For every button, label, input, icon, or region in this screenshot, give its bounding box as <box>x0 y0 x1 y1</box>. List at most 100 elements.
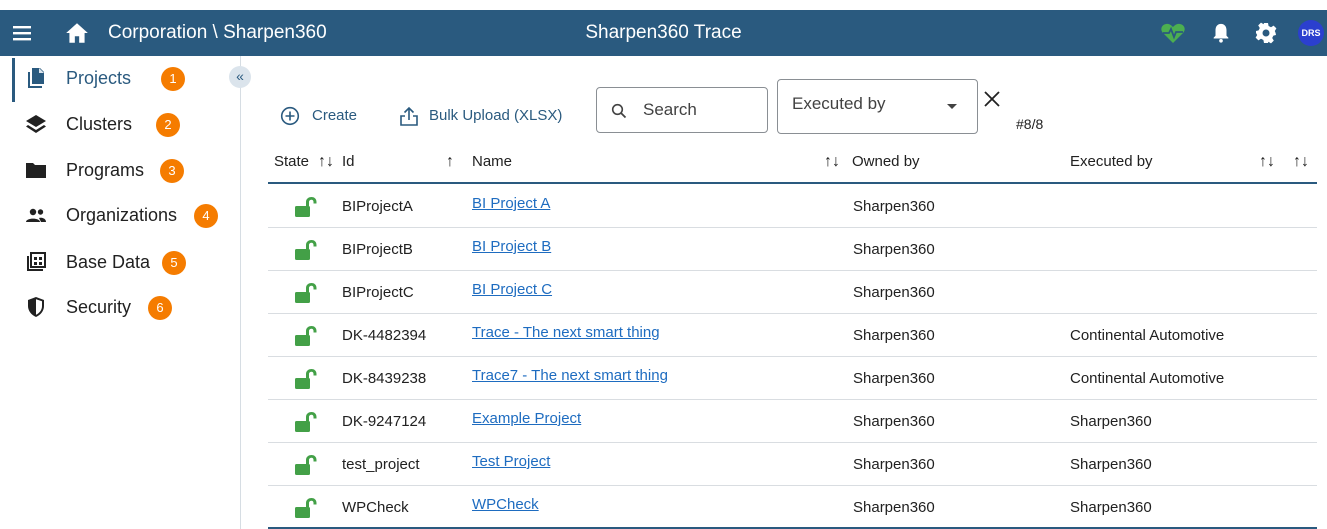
table-row[interactable]: BIProjectC BI Project C Sharpen360 <box>268 271 1317 314</box>
owned-by-cell: Sharpen360 <box>853 284 935 301</box>
project-name-link[interactable]: Trace - The next smart thing <box>472 324 660 341</box>
sidebar-item-label: Base Data <box>66 252 151 272</box>
unlocked-padlock-icon[interactable] <box>292 411 318 433</box>
sidebar-badge: 5 <box>162 251 186 275</box>
hamburger-menu-icon[interactable] <box>10 21 34 45</box>
notifications-bell-icon[interactable] <box>1210 21 1232 45</box>
table-row[interactable]: BIProjectA BI Project A Sharpen360 <box>268 185 1317 228</box>
executed-by-select[interactable]: Executed by <box>777 79 978 134</box>
sidebar-badge: 3 <box>160 159 184 183</box>
project-id-cell: BIProjectA <box>342 198 413 215</box>
upload-icon <box>400 106 418 126</box>
project-id-cell: DK-9247124 <box>342 413 427 430</box>
project-name-link[interactable]: WPCheck <box>472 496 539 513</box>
sidebar-item-clusters[interactable]: Clusters 2 <box>24 104 229 144</box>
sort-name-icon[interactable]: ↑↓ <box>824 140 840 184</box>
people-icon <box>26 208 46 222</box>
layers-icon <box>26 115 46 133</box>
executed-by-select-value: Executed by <box>792 94 886 113</box>
active-indicator <box>12 58 15 102</box>
top-app-bar: Corporation \ Sharpen360 Sharpen360 Trac… <box>0 10 1327 56</box>
projects-icon <box>28 68 44 88</box>
project-name-link[interactable]: Trace7 - The next smart thing <box>472 367 668 384</box>
project-name-link[interactable]: Example Project <box>472 410 581 427</box>
sort-executed-by-icon[interactable]: ↑↓ <box>1293 140 1309 184</box>
search-icon <box>611 103 627 119</box>
column-header-executed-by[interactable]: Executed by <box>1070 140 1153 184</box>
table-row[interactable]: test_project Test Project Sharpen360 Sharpe… <box>268 443 1317 486</box>
bulk-upload-button[interactable]: Bulk Upload (XLSX) <box>398 100 573 132</box>
project-name-link[interactable]: BI Project A <box>472 195 550 212</box>
executed-by-cell: Sharpen360 <box>1070 499 1152 516</box>
sidebar-item-base-data[interactable]: Base Data 5 <box>24 242 229 282</box>
sidebar-badge: 6 <box>148 296 172 320</box>
sidebar-item-label: Projects <box>66 68 132 88</box>
chevron-down-icon <box>947 104 957 109</box>
shield-icon <box>28 297 44 317</box>
collapse-sidebar-button[interactable]: « <box>229 66 251 88</box>
search-placeholder: Search <box>643 100 697 119</box>
sort-state-icon[interactable]: ↑↓ <box>318 140 334 184</box>
sidebar-item-label: Programs <box>66 160 145 180</box>
table-row[interactable]: WPCheck WPCheck Sharpen360 Sharpen360 <box>268 486 1317 529</box>
owned-by-cell: Sharpen360 <box>853 456 935 473</box>
project-id-cell: test_project <box>342 456 420 473</box>
unlocked-padlock-icon[interactable] <box>292 196 318 218</box>
project-name-link[interactable]: BI Project B <box>472 238 551 255</box>
home-icon[interactable] <box>64 20 90 46</box>
table-row[interactable]: DK-8439238 Trace7 - The next smart thing S… <box>268 357 1317 400</box>
base-data-icon <box>27 252 46 271</box>
clear-filter-close-icon[interactable] <box>981 88 1003 110</box>
breadcrumb[interactable]: Corporation \ Sharpen360 <box>108 10 327 56</box>
sidebar-item-programs[interactable]: Programs 3 <box>24 150 229 190</box>
project-id-cell: DK-4482394 <box>342 327 427 344</box>
user-avatar[interactable]: DRS <box>1298 20 1324 46</box>
sidebar-item-projects[interactable]: Projects 1 <box>24 58 229 98</box>
owned-by-cell: Sharpen360 <box>853 241 935 258</box>
project-id-cell: BIProjectB <box>342 241 413 258</box>
add-circle-icon <box>280 106 300 126</box>
unlocked-padlock-icon[interactable] <box>292 325 318 347</box>
sidebar-item-label: Clusters <box>66 114 133 134</box>
column-header-owned-by[interactable]: Owned by <box>852 140 920 184</box>
unlocked-padlock-icon[interactable] <box>292 239 318 261</box>
sidebar-badge: 1 <box>161 67 185 91</box>
unlocked-padlock-icon[interactable] <box>292 368 318 390</box>
executed-by-cell: Sharpen360 <box>1070 456 1152 473</box>
sort-owned-by-icon[interactable]: ↑↓ <box>1259 140 1275 184</box>
owned-by-cell: Sharpen360 <box>853 327 935 344</box>
executed-by-cell: Continental Automotive <box>1070 327 1225 344</box>
owned-by-cell: Sharpen360 <box>853 198 935 215</box>
sidebar-item-organizations[interactable]: Organizations 4 <box>24 195 229 235</box>
table-row[interactable]: DK-9247124 Example Project Sharpen360 Sharp… <box>268 400 1317 443</box>
column-header-id[interactable]: Id <box>342 140 355 184</box>
result-count: #8/8 <box>1016 116 1044 132</box>
health-heartbeat-icon[interactable] <box>1160 22 1186 44</box>
unlocked-padlock-icon[interactable] <box>292 282 318 304</box>
create-label: Create <box>312 107 358 124</box>
table-row[interactable]: BIProjectB BI Project B Sharpen360 <box>268 228 1317 271</box>
column-header-state[interactable]: State <box>274 140 309 184</box>
settings-gear-icon[interactable] <box>1254 21 1278 45</box>
executed-by-cell: Sharpen360 <box>1070 413 1152 430</box>
table-row[interactable]: DK-4482394 Trace - The next smart thing Sh… <box>268 314 1317 357</box>
sidebar-badge: 4 <box>194 204 218 228</box>
project-id-cell: WPCheck <box>342 499 409 516</box>
column-header-name[interactable]: Name <box>472 140 512 184</box>
table-header: State ↑↓ Id ↑ Name ↑↓ Owned by Executed … <box>268 140 1317 184</box>
unlocked-padlock-icon[interactable] <box>292 497 318 519</box>
sidebar-item-label: Security <box>66 297 132 317</box>
bulk-upload-label: Bulk Upload (XLSX) <box>429 107 563 124</box>
project-name-link[interactable]: Test Project <box>472 453 550 470</box>
sidebar: Projects 1 Clusters 2 Programs 3 Organiz… <box>0 56 241 529</box>
create-button[interactable]: Create <box>280 100 362 132</box>
owned-by-cell: Sharpen360 <box>853 413 935 430</box>
unlocked-padlock-icon[interactable] <box>292 454 318 476</box>
sidebar-badge: 2 <box>156 113 180 137</box>
sort-id-ascending-icon[interactable]: ↑ <box>446 140 454 184</box>
project-name-link[interactable]: BI Project C <box>472 281 552 298</box>
project-id-cell: BIProjectC <box>342 284 414 301</box>
sidebar-item-security[interactable]: Security 6 <box>24 287 229 327</box>
search-input[interactable]: Search <box>596 87 768 133</box>
folder-icon <box>26 163 46 178</box>
